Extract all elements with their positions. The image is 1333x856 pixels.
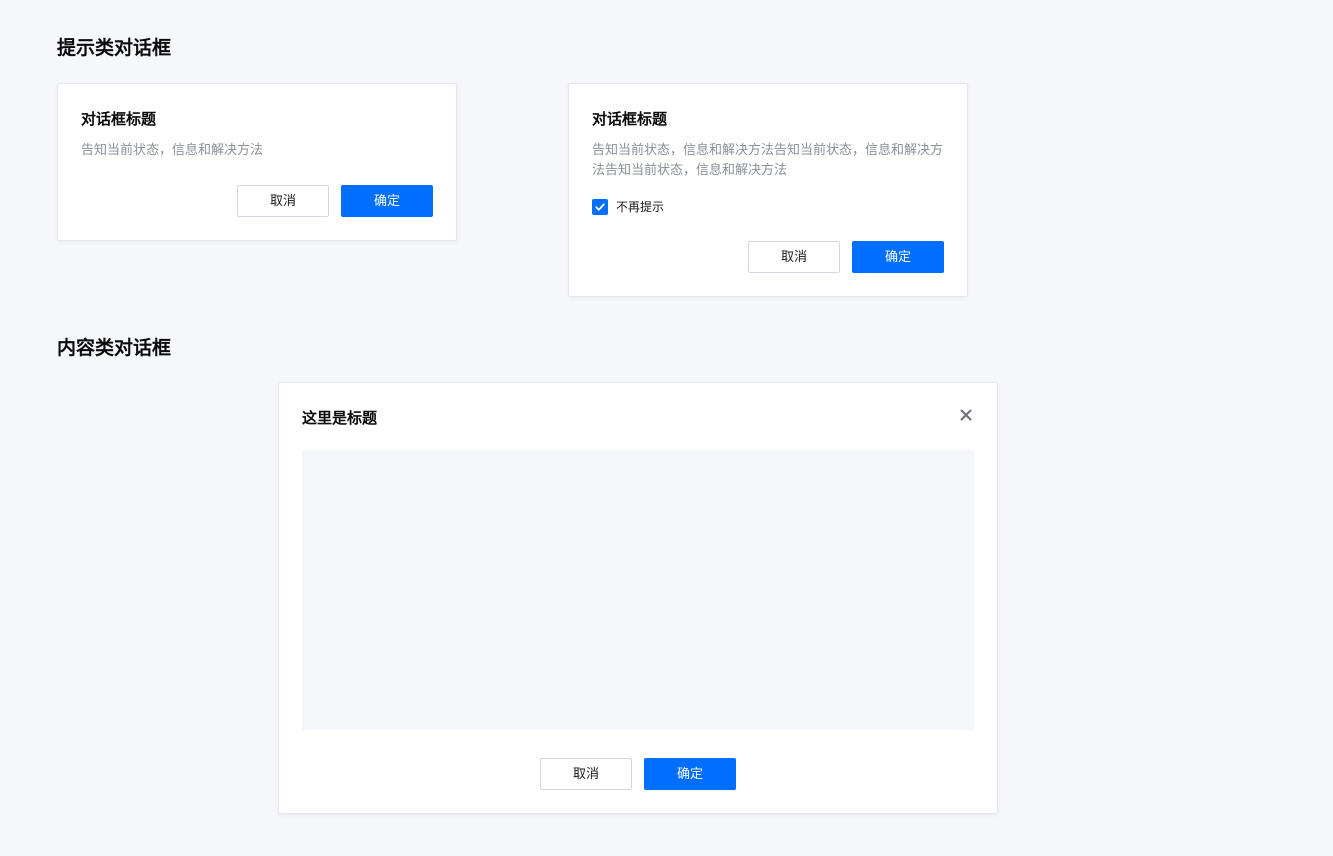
dialog-title: 对话框标题 xyxy=(81,110,157,128)
content-dialog: 这里是标题 取消 确定 xyxy=(278,382,998,814)
dialog-content-area xyxy=(302,450,974,730)
check-icon xyxy=(595,203,605,211)
dialog-title: 对话框标题 xyxy=(592,110,668,128)
tip-dialog-with-checkbox: 对话框标题 告知当前状态，信息和解决方法告知当前状态，信息和解决方法告知当前状态… xyxy=(568,83,968,297)
cancel-button[interactable]: 取消 xyxy=(540,758,632,790)
cancel-button[interactable]: 取消 xyxy=(237,185,329,217)
tip-dialog-section-title: 提示类对话框 xyxy=(57,37,172,59)
confirm-button[interactable]: 确定 xyxy=(852,241,944,273)
tip-dialog-simple: 对话框标题 告知当前状态，信息和解决方法 取消 确定 xyxy=(57,83,457,241)
dialog-title: 这里是标题 xyxy=(302,409,378,427)
close-icon xyxy=(960,409,972,421)
content-dialog-section-title: 内容类对话框 xyxy=(57,337,172,359)
close-button[interactable] xyxy=(958,407,974,423)
dont-show-again-label: 不再提示 xyxy=(616,200,665,214)
dialog-message: 告知当前状态，信息和解决方法 xyxy=(81,143,264,158)
dialog-message: 告知当前状态，信息和解决方法告知当前状态，信息和解决方法告知当前状态，信息和解决… xyxy=(592,143,944,178)
confirm-button[interactable]: 确定 xyxy=(341,185,433,217)
dont-show-again-checkbox[interactable] xyxy=(592,199,608,215)
confirm-button[interactable]: 确定 xyxy=(644,758,736,790)
dont-show-again-option[interactable]: 不再提示 xyxy=(592,199,664,215)
cancel-button[interactable]: 取消 xyxy=(748,241,840,273)
